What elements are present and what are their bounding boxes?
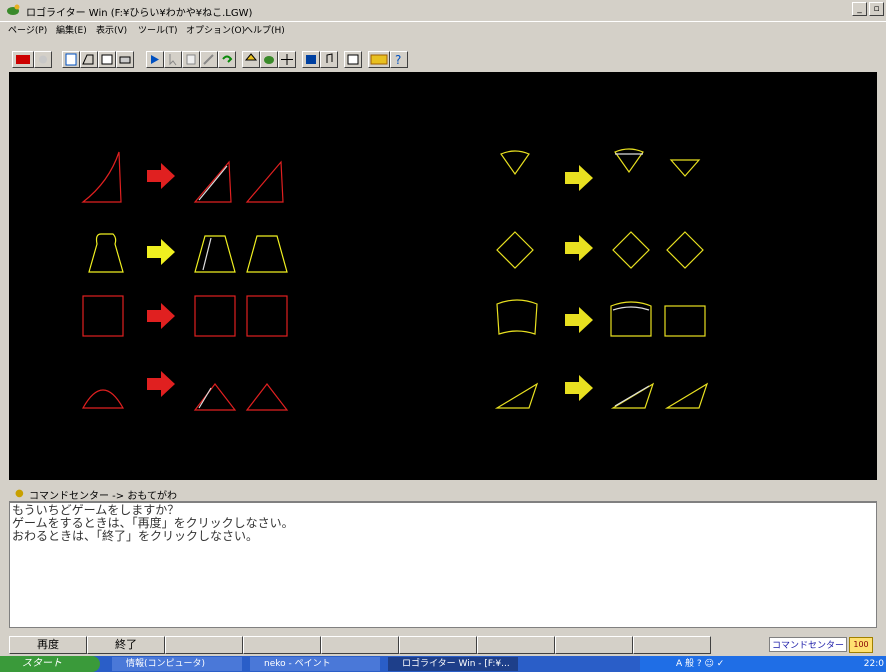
quit-button[interactable]: 終了	[87, 636, 165, 654]
command-center-header: ● コマンドセンター -> おもてがわ	[9, 485, 877, 502]
left-row-3	[82, 295, 288, 337]
empty-button[interactable]	[477, 636, 555, 654]
shape-button[interactable]	[302, 51, 320, 68]
empty-button[interactable]	[555, 636, 633, 654]
command-center-link[interactable]: コマンドセンター	[768, 637, 847, 652]
empty-button[interactable]	[399, 636, 477, 654]
right-row-4	[494, 375, 709, 409]
menu-help[interactable]: ヘルプ(H)	[244, 23, 285, 36]
menu-tools[interactable]: ツール(T)	[138, 23, 178, 36]
undo-button[interactable]	[218, 51, 236, 68]
clock: 22:0	[863, 659, 884, 669]
move-button[interactable]	[278, 51, 296, 68]
menu-view[interactable]: 表示(V)	[96, 23, 127, 36]
toolbar: ?	[0, 38, 886, 70]
maximize-button[interactable]: ▫	[869, 2, 884, 16]
page-button[interactable]	[182, 51, 200, 68]
empty-button[interactable]	[165, 636, 243, 654]
start-button[interactable]: スタート	[0, 656, 100, 672]
command-center-icon: ●	[15, 488, 24, 499]
left-row-4	[81, 371, 289, 411]
empty-button[interactable]	[633, 636, 711, 654]
svg-text:?: ?	[395, 53, 401, 67]
right-row-3	[496, 299, 706, 337]
menu-edit[interactable]: 編集(E)	[56, 23, 87, 36]
turtle-up-button[interactable]	[242, 51, 260, 68]
turtle-button[interactable]	[260, 51, 278, 68]
command-line: おわるときは、「終了」をクリックしなさい。	[12, 529, 259, 543]
help-button[interactable]: ?	[390, 51, 408, 68]
music-button[interactable]	[320, 51, 338, 68]
task-item[interactable]: neko - ペイント	[250, 657, 380, 671]
counter-badge-icon[interactable]: 100	[849, 637, 873, 653]
minimize-button[interactable]: _	[852, 2, 867, 16]
record-button[interactable]	[34, 51, 52, 68]
right-row-1	[500, 148, 701, 191]
image-button[interactable]	[344, 51, 362, 68]
stop-button[interactable]	[12, 51, 34, 68]
title-bar: ロゴライター Win (F:¥ひらい¥わかや¥ねこ.LGW) _ ▫	[0, 0, 886, 22]
menu-options[interactable]: オプション(O)	[186, 23, 245, 36]
counter-button[interactable]	[368, 51, 390, 68]
menu-page[interactable]: ページ(P)	[8, 23, 47, 36]
left-row-2	[88, 233, 288, 273]
system-tray: A 般 ? ☺ ✓ 22:0	[640, 656, 886, 672]
command-center-textarea[interactable]: もういちどゲームをしますか？ ゲームをするときは、「再度」をクリックしなさい。 …	[9, 502, 877, 628]
window-title: ロゴライター Win (F:¥ひらい¥わかや¥ねこ.LGW)	[26, 8, 253, 19]
empty-button[interactable]	[243, 636, 321, 654]
left-row-1	[81, 151, 284, 203]
run-button[interactable]	[146, 51, 164, 68]
right-row-2	[496, 231, 704, 269]
new-page-button[interactable]	[62, 51, 80, 68]
empty-button[interactable]	[321, 636, 399, 654]
cursor-button[interactable]	[164, 51, 182, 68]
button-bar: 再度 終了 コマンドセンター 100	[9, 636, 877, 654]
drawing-canvas[interactable]	[9, 72, 877, 480]
logo-turtle-icon	[7, 4, 20, 15]
menu-bar: ページ(P) 編集(E) 表示(V) ツール(T) オプション(O) ヘルプ(H…	[0, 22, 886, 37]
task-item-active[interactable]: ロゴライター Win - [F:¥...	[388, 657, 518, 671]
pencil-button[interactable]	[200, 51, 218, 68]
print-button[interactable]	[116, 51, 134, 68]
taskbar: スタート 情報(コンピュータ) neko - ペイント ロゴライター Win -…	[0, 656, 886, 672]
retry-button[interactable]: 再度	[9, 636, 87, 654]
save-button[interactable]	[98, 51, 116, 68]
command-center-title: コマンドセンター -> おもてがわ	[29, 491, 177, 502]
open-button[interactable]	[80, 51, 98, 68]
tray-icons[interactable]: A 般 ? ☺ ✓	[676, 656, 724, 672]
task-item[interactable]: 情報(コンピュータ)	[112, 657, 242, 671]
